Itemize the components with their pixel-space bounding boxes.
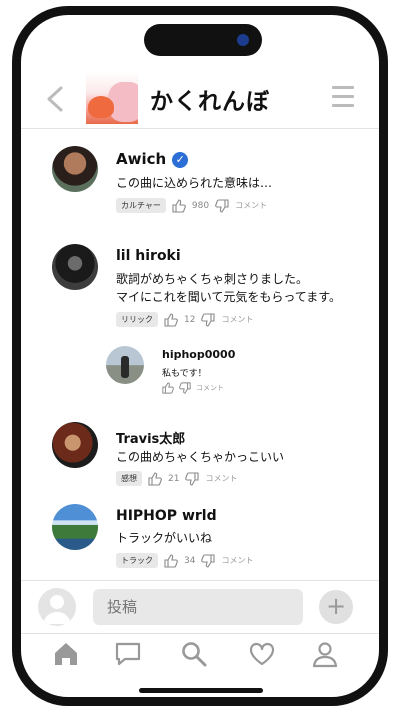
search-icon[interactable] xyxy=(180,640,208,668)
like-count: 980 xyxy=(191,200,210,211)
comment-reply-link[interactable]: コメント xyxy=(235,200,267,211)
album-thumbnail[interactable] xyxy=(86,72,138,124)
reply-actions: コメント xyxy=(162,382,224,394)
thumbs-down-icon[interactable] xyxy=(201,312,216,327)
composer-divider xyxy=(21,580,379,581)
comment-author[interactable]: Awich xyxy=(116,150,166,168)
user-silhouette-icon xyxy=(43,595,71,624)
comment-tag[interactable]: 感想 xyxy=(116,471,142,486)
home-indicator[interactable] xyxy=(139,688,263,693)
thumbs-down-icon[interactable] xyxy=(179,382,191,394)
heart-icon[interactable] xyxy=(248,640,276,668)
thumbs-down-icon[interactable] xyxy=(201,553,216,568)
comment-actions: 感想 21 コメント xyxy=(116,471,237,486)
comment-text: この曲に込められた意味は… xyxy=(116,176,273,190)
comment-author[interactable]: lil hiroki xyxy=(116,248,181,264)
thumbs-up-icon[interactable] xyxy=(164,312,178,327)
comment-author[interactable]: HIPHOP wrld xyxy=(116,508,217,524)
add-button[interactable]: + xyxy=(319,590,353,624)
like-count: 12 xyxy=(184,314,196,325)
thumbs-up-icon[interactable] xyxy=(164,553,178,568)
camera-dot xyxy=(237,34,249,46)
comment-author[interactable]: Travis太郎 xyxy=(116,428,185,447)
avatar[interactable] xyxy=(52,422,98,468)
profile-icon[interactable] xyxy=(311,640,339,668)
dynamic-island xyxy=(144,24,262,56)
avatar[interactable] xyxy=(106,346,144,384)
nav-divider xyxy=(21,633,379,634)
like-count: 21 xyxy=(168,473,180,484)
comment-text: この曲めちゃくちゃかっこいい xyxy=(116,450,285,464)
reply-text: 私もです！ xyxy=(162,369,207,379)
comment-text: 歌詞がめちゃくちゃ刺さりました。 xyxy=(116,272,309,286)
comment-reply-link[interactable]: コメント xyxy=(205,473,237,484)
thumbs-up-icon[interactable] xyxy=(172,198,186,213)
hamburger-menu-icon[interactable] xyxy=(332,86,354,108)
comment-text: マイにこれを聞いて元気をもらってます。 xyxy=(116,290,342,304)
post-input[interactable] xyxy=(93,589,303,625)
like-count: 34 xyxy=(184,555,196,566)
verified-badge-icon: ✓ xyxy=(172,152,189,168)
thumbs-up-icon[interactable] xyxy=(162,382,174,394)
comment-reply-link[interactable]: コメント xyxy=(221,314,253,325)
comment-reply-link[interactable]: コメント xyxy=(221,555,253,566)
reply-comment-link[interactable]: コメント xyxy=(196,383,224,393)
page-title: かくれんぼ xyxy=(150,89,270,115)
comment-actions: トラック 34 コメント xyxy=(116,553,253,568)
reply-author[interactable]: hiphop0000 xyxy=(162,348,235,361)
comment-actions: リリック 12 コメント xyxy=(116,312,253,327)
comment-tag[interactable]: トラック xyxy=(116,553,158,568)
chat-icon[interactable] xyxy=(114,640,142,668)
thumbs-down-icon[interactable] xyxy=(215,198,229,213)
my-avatar[interactable] xyxy=(38,588,76,626)
thumbs-up-icon[interactable] xyxy=(148,471,162,486)
header-divider xyxy=(21,128,379,129)
thumbs-down-icon[interactable] xyxy=(185,471,200,486)
back-chevron-icon[interactable] xyxy=(44,86,66,112)
avatar[interactable] xyxy=(52,504,98,550)
comment-tag[interactable]: リリック xyxy=(116,312,158,327)
home-icon[interactable] xyxy=(52,640,80,668)
comment-tag[interactable]: カルチャー xyxy=(116,198,166,213)
avatar[interactable] xyxy=(52,244,98,290)
avatar[interactable] xyxy=(52,146,98,192)
comment-text: トラックがいいね xyxy=(116,531,213,545)
header: かくれんぼ xyxy=(30,70,374,128)
comment-actions: カルチャー 980 コメント xyxy=(116,198,267,213)
